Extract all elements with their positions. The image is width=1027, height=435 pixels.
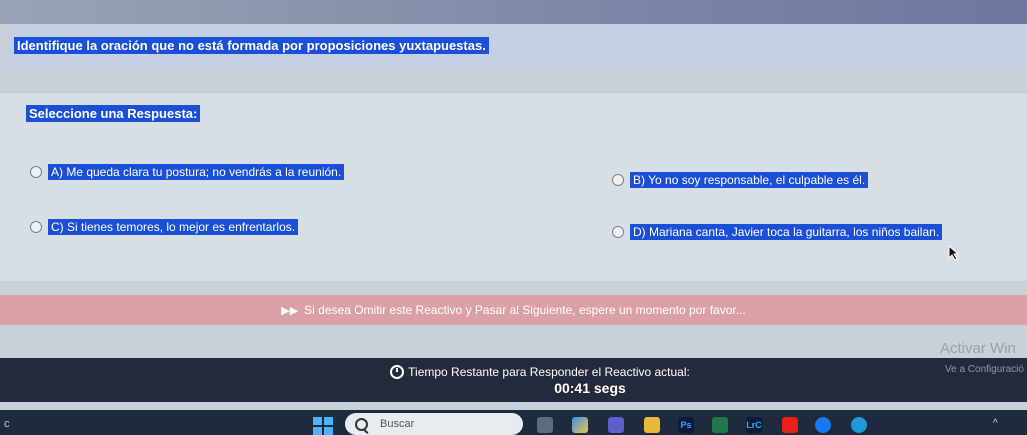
mouse-cursor-icon: [948, 245, 960, 261]
question-text: Identifique la oración que no está forma…: [14, 37, 489, 54]
option-a-label: A) Me queda clara tu postura; no vendrás…: [48, 164, 345, 180]
activation-watermark: Activar Win: [940, 340, 1016, 357]
timer-label: Tiempo Restante para Responder el Reacti…: [408, 365, 690, 379]
lightroom-icon[interactable]: LrC: [746, 417, 762, 433]
answers-panel: Seleccione una Respuesta: A) Me queda cl…: [0, 92, 1027, 281]
youtube-icon[interactable]: [782, 417, 798, 433]
skip-text: Si desea Omitir este Reactivo y Pasar al…: [304, 303, 746, 317]
teams-icon[interactable]: [608, 417, 624, 433]
top-band: [0, 0, 1027, 24]
timer-value: 00:41 segs: [554, 380, 626, 396]
taskbar: c Buscar Ps LrC ^: [0, 410, 1027, 435]
edge-icon[interactable]: [851, 417, 867, 433]
radio-d[interactable]: [612, 226, 624, 238]
clock-icon: [390, 365, 405, 379]
widgets-icon[interactable]: [572, 417, 588, 433]
fast-forward-icon: ▶▶: [281, 304, 299, 317]
radio-c[interactable]: [30, 221, 42, 233]
question-panel: Identifique la oración que no está forma…: [8, 24, 1027, 68]
taskbar-left-glyph: c: [4, 418, 10, 430]
radio-a[interactable]: [30, 166, 42, 178]
task-view-icon[interactable]: [537, 417, 553, 433]
option-d-label: D) Mariana canta, Javier toca la guitarr…: [630, 224, 943, 240]
answer-prompt: Seleccione una Respuesta:: [26, 105, 201, 122]
timer-label-row: Tiempo Restante para Responder el Reacti…: [0, 365, 1027, 379]
timer-bar: Tiempo Restante para Responder el Reacti…: [0, 358, 1027, 402]
activation-watermark-subtext: Ve a Configuració: [945, 364, 1024, 375]
search-icon: [355, 417, 368, 431]
search-placeholder: Buscar: [380, 418, 415, 430]
radio-b[interactable]: [612, 174, 624, 186]
option-b[interactable]: B) Yo no soy responsable, el culpable es…: [612, 172, 869, 188]
skip-bar: ▶▶ Si desea Omitir este Reactivo y Pasar…: [0, 295, 1027, 325]
option-b-label: B) Yo no soy responsable, el culpable es…: [630, 172, 869, 188]
file-explorer-icon[interactable]: [644, 417, 660, 433]
facebook-icon[interactable]: [815, 417, 831, 433]
taskbar-search[interactable]: Buscar: [345, 413, 523, 435]
calculator-icon[interactable]: [712, 417, 728, 433]
windows-start-icon[interactable]: [313, 417, 333, 435]
option-a[interactable]: A) Me queda clara tu postura; no vendrás…: [30, 164, 345, 180]
option-d[interactable]: D) Mariana canta, Javier toca la guitarr…: [612, 224, 943, 240]
tray-chevron-icon[interactable]: ^: [993, 418, 998, 429]
option-c[interactable]: C) Si tienes temores, lo mejor es enfren…: [30, 219, 299, 235]
photoshop-icon[interactable]: Ps: [678, 417, 694, 433]
option-c-label: C) Si tienes temores, lo mejor es enfren…: [48, 219, 299, 235]
